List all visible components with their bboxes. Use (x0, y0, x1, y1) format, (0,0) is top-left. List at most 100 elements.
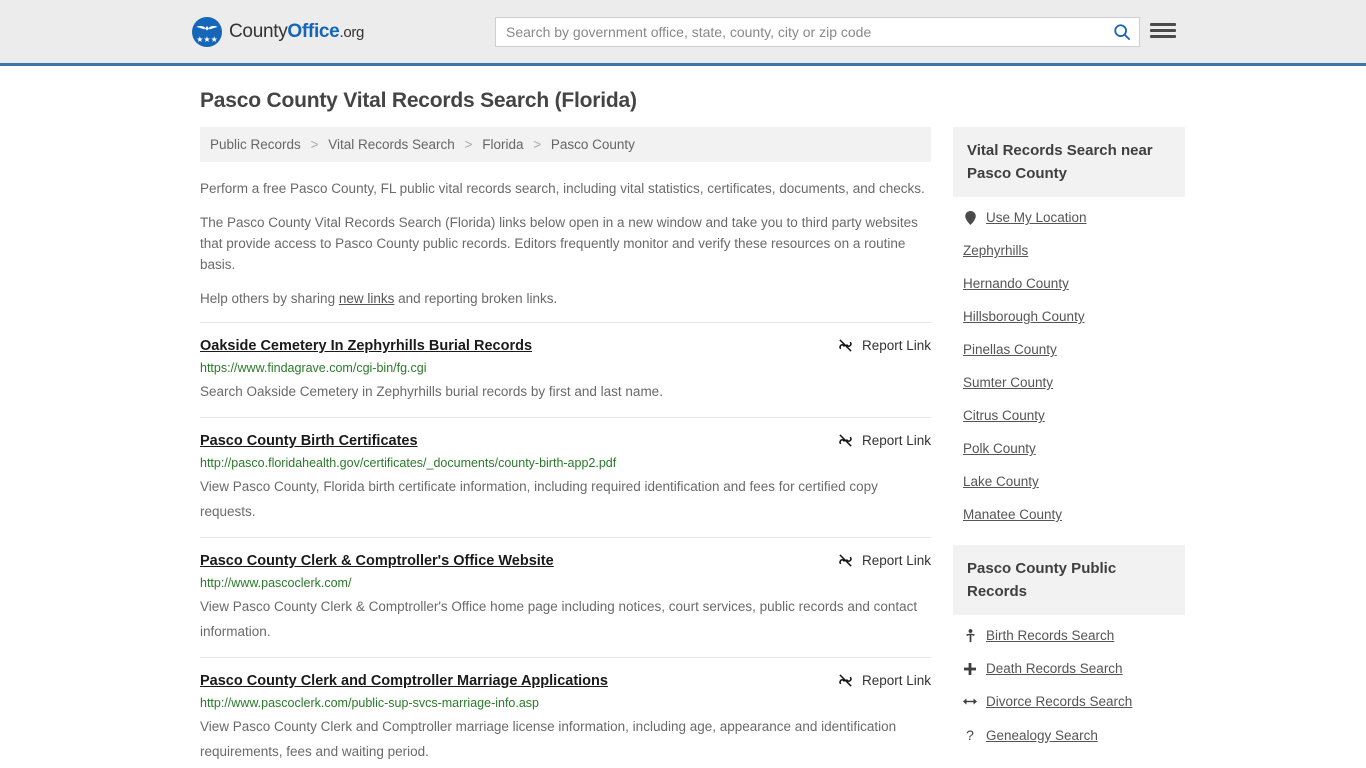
cross-icon (963, 662, 977, 675)
sidebar-link[interactable]: Hernando County (963, 276, 1069, 291)
sidebar-public-records-block: Pasco County Public Records Birth Record… (953, 545, 1185, 752)
hamburger-bar (1150, 29, 1176, 32)
report-link-button[interactable]: Report Link (838, 553, 931, 568)
breadcrumb-separator: > (464, 137, 473, 152)
breadcrumb: Public Records > Vital Records Search > … (200, 127, 931, 162)
sidebar: Vital Records Search near Pasco County U… (953, 127, 1185, 752)
report-link-label: Report Link (861, 338, 931, 353)
report-link-button[interactable]: Report Link (838, 673, 931, 688)
intro-p3-before: Help others by sharing (200, 291, 339, 306)
sidebar-item-pinellas-county[interactable]: Pinellas County (953, 333, 1185, 366)
sidebar-link[interactable]: Hillsborough County (963, 309, 1085, 324)
intro-paragraph-1: Perform a free Pasco County, FL public v… (200, 181, 925, 196)
report-link-button[interactable]: Report Link (838, 433, 931, 448)
intro-paragraph-3: Help others by sharing new links and rep… (200, 288, 931, 309)
breadcrumb-item-florida[interactable]: Florida (482, 137, 523, 152)
logo-text-office: Office (287, 20, 340, 42)
logo-text-org: .org (339, 23, 365, 41)
result-item: Pasco County Birth Certificates Report L… (200, 417, 931, 537)
sidebar-nearby-list: Use My Location Zephyrhills Hernando Cou… (953, 197, 1185, 531)
result-url: http://www.pascoclerk.com/ (200, 576, 352, 590)
question-icon: ? (966, 727, 974, 743)
sidebar-item-manatee-county[interactable]: Manatee County (953, 498, 1185, 531)
hamburger-bar (1150, 35, 1176, 38)
report-link-label: Report Link (861, 553, 931, 568)
sidebar-public-records-list: Birth Records Search Death Records Searc… (953, 615, 1185, 752)
result-description: View Pasco County Clerk and Comptroller … (200, 719, 897, 759)
breadcrumb-separator: > (533, 137, 542, 152)
result-title-link[interactable]: Pasco County Clerk and Comptroller Marri… (200, 672, 608, 690)
sidebar-link[interactable]: Lake County (963, 474, 1039, 489)
sidebar-nearby-heading: Vital Records Search near Pasco County (953, 127, 1185, 197)
new-links-link[interactable]: new links (339, 291, 395, 306)
sidebar-item-genealogy-search[interactable]: ? Genealogy Search (953, 718, 1185, 752)
eagle-wings-icon (196, 25, 218, 30)
sidebar-link[interactable]: Manatee County (963, 507, 1062, 522)
hamburger-bar (1150, 23, 1176, 26)
breadcrumb-item-vital-records-search[interactable]: Vital Records Search (328, 137, 455, 152)
sidebar-link[interactable]: Zephyrhills (963, 243, 1028, 258)
search-button[interactable] (1105, 18, 1139, 46)
sidebar-item-hillsborough-county[interactable]: Hillsborough County (953, 300, 1185, 333)
double-arrow-icon (963, 696, 977, 707)
sidebar-item-sumter-county[interactable]: Sumter County (953, 366, 1185, 399)
result-header: Pasco County Clerk & Comptroller's Offic… (200, 552, 931, 570)
report-link-button[interactable]: Report Link (838, 338, 931, 353)
sidebar-link[interactable]: Birth Records Search (986, 628, 1114, 643)
main-content: Public Records > Vital Records Search > … (200, 127, 931, 768)
intro-text: Perform a free Pasco County, FL public v… (200, 178, 931, 309)
search-box (495, 17, 1140, 47)
report-link-label: Report Link (861, 433, 931, 448)
site-header: ★★★ CountyOffice.org (0, 0, 1366, 66)
sidebar-item-hernando-county[interactable]: Hernando County (953, 267, 1185, 300)
broken-link-icon (839, 434, 852, 447)
broken-link-icon (839, 339, 852, 352)
emblem-stars: ★★★ (196, 34, 218, 44)
result-url: http://pasco.floridahealth.gov/certifica… (200, 456, 617, 470)
result-title-link[interactable]: Pasco County Clerk & Comptroller's Offic… (200, 552, 554, 570)
intro-p3-after: and reporting broken links. (394, 291, 558, 306)
sidebar-link[interactable]: Sumter County (963, 375, 1053, 390)
result-header: Pasco County Birth Certificates Report L… (200, 432, 931, 450)
menu-button[interactable] (1150, 20, 1176, 41)
result-item: Oakside Cemetery In Zephyrhills Burial R… (200, 322, 931, 417)
report-link-label: Report Link (861, 673, 931, 688)
result-item: Pasco County Clerk & Comptroller's Offic… (200, 537, 931, 657)
sidebar-item-death-records-search[interactable]: Death Records Search (953, 652, 1185, 685)
result-title-link[interactable]: Pasco County Birth Certificates (200, 432, 418, 450)
sidebar-public-records-heading: Pasco County Public Records (953, 545, 1185, 615)
sidebar-item-birth-records-search[interactable]: Birth Records Search (953, 619, 1185, 652)
logo-text-county: County (229, 20, 288, 42)
result-header: Pasco County Clerk and Comptroller Marri… (200, 672, 931, 690)
result-url: https://www.findagrave.com/cgi-bin/fg.cg… (200, 361, 427, 375)
page-title: Pasco County Vital Records Search (Flori… (200, 89, 637, 112)
search-input[interactable] (496, 18, 1105, 46)
sidebar-link[interactable]: Pinellas County (963, 342, 1057, 357)
site-logo-text: CountyOffice.org (229, 21, 364, 43)
search-icon (1114, 24, 1131, 41)
result-description: View Pasco County Clerk & Comptroller's … (200, 599, 918, 639)
result-description: View Pasco County, Florida birth certifi… (200, 479, 878, 519)
sidebar-link[interactable]: Use My Location (986, 210, 1087, 225)
sidebar-link[interactable]: Death Records Search (986, 661, 1123, 676)
breadcrumb-item-public-records[interactable]: Public Records (210, 137, 301, 152)
map-pin-icon (963, 210, 977, 225)
sidebar-item-zephyrhills[interactable]: Zephyrhills (953, 234, 1185, 267)
sidebar-item-use-my-location[interactable]: Use My Location (953, 201, 1185, 234)
sidebar-link[interactable]: Divorce Records Search (986, 694, 1132, 709)
sidebar-link[interactable]: Citrus County (963, 408, 1045, 423)
result-title-link[interactable]: Oakside Cemetery In Zephyrhills Burial R… (200, 337, 532, 355)
sidebar-link[interactable]: Genealogy Search (986, 728, 1098, 743)
sidebar-link[interactable]: Polk County (963, 441, 1036, 456)
county-office-emblem-icon: ★★★ (192, 16, 222, 47)
sidebar-item-citrus-county[interactable]: Citrus County (953, 399, 1185, 432)
site-logo[interactable]: ★★★ CountyOffice.org (192, 16, 364, 47)
sidebar-item-lake-county[interactable]: Lake County (953, 465, 1185, 498)
sidebar-item-polk-county[interactable]: Polk County (953, 432, 1185, 465)
baby-icon (963, 628, 977, 643)
sidebar-item-divorce-records-search[interactable]: Divorce Records Search (953, 685, 1185, 718)
breadcrumb-item-pasco-county[interactable]: Pasco County (551, 137, 635, 152)
breadcrumb-separator: > (310, 137, 319, 152)
result-url: http://www.pascoclerk.com/public-sup-svc… (200, 696, 540, 710)
intro-paragraph-2: The Pasco County Vital Records Search (F… (200, 215, 918, 272)
